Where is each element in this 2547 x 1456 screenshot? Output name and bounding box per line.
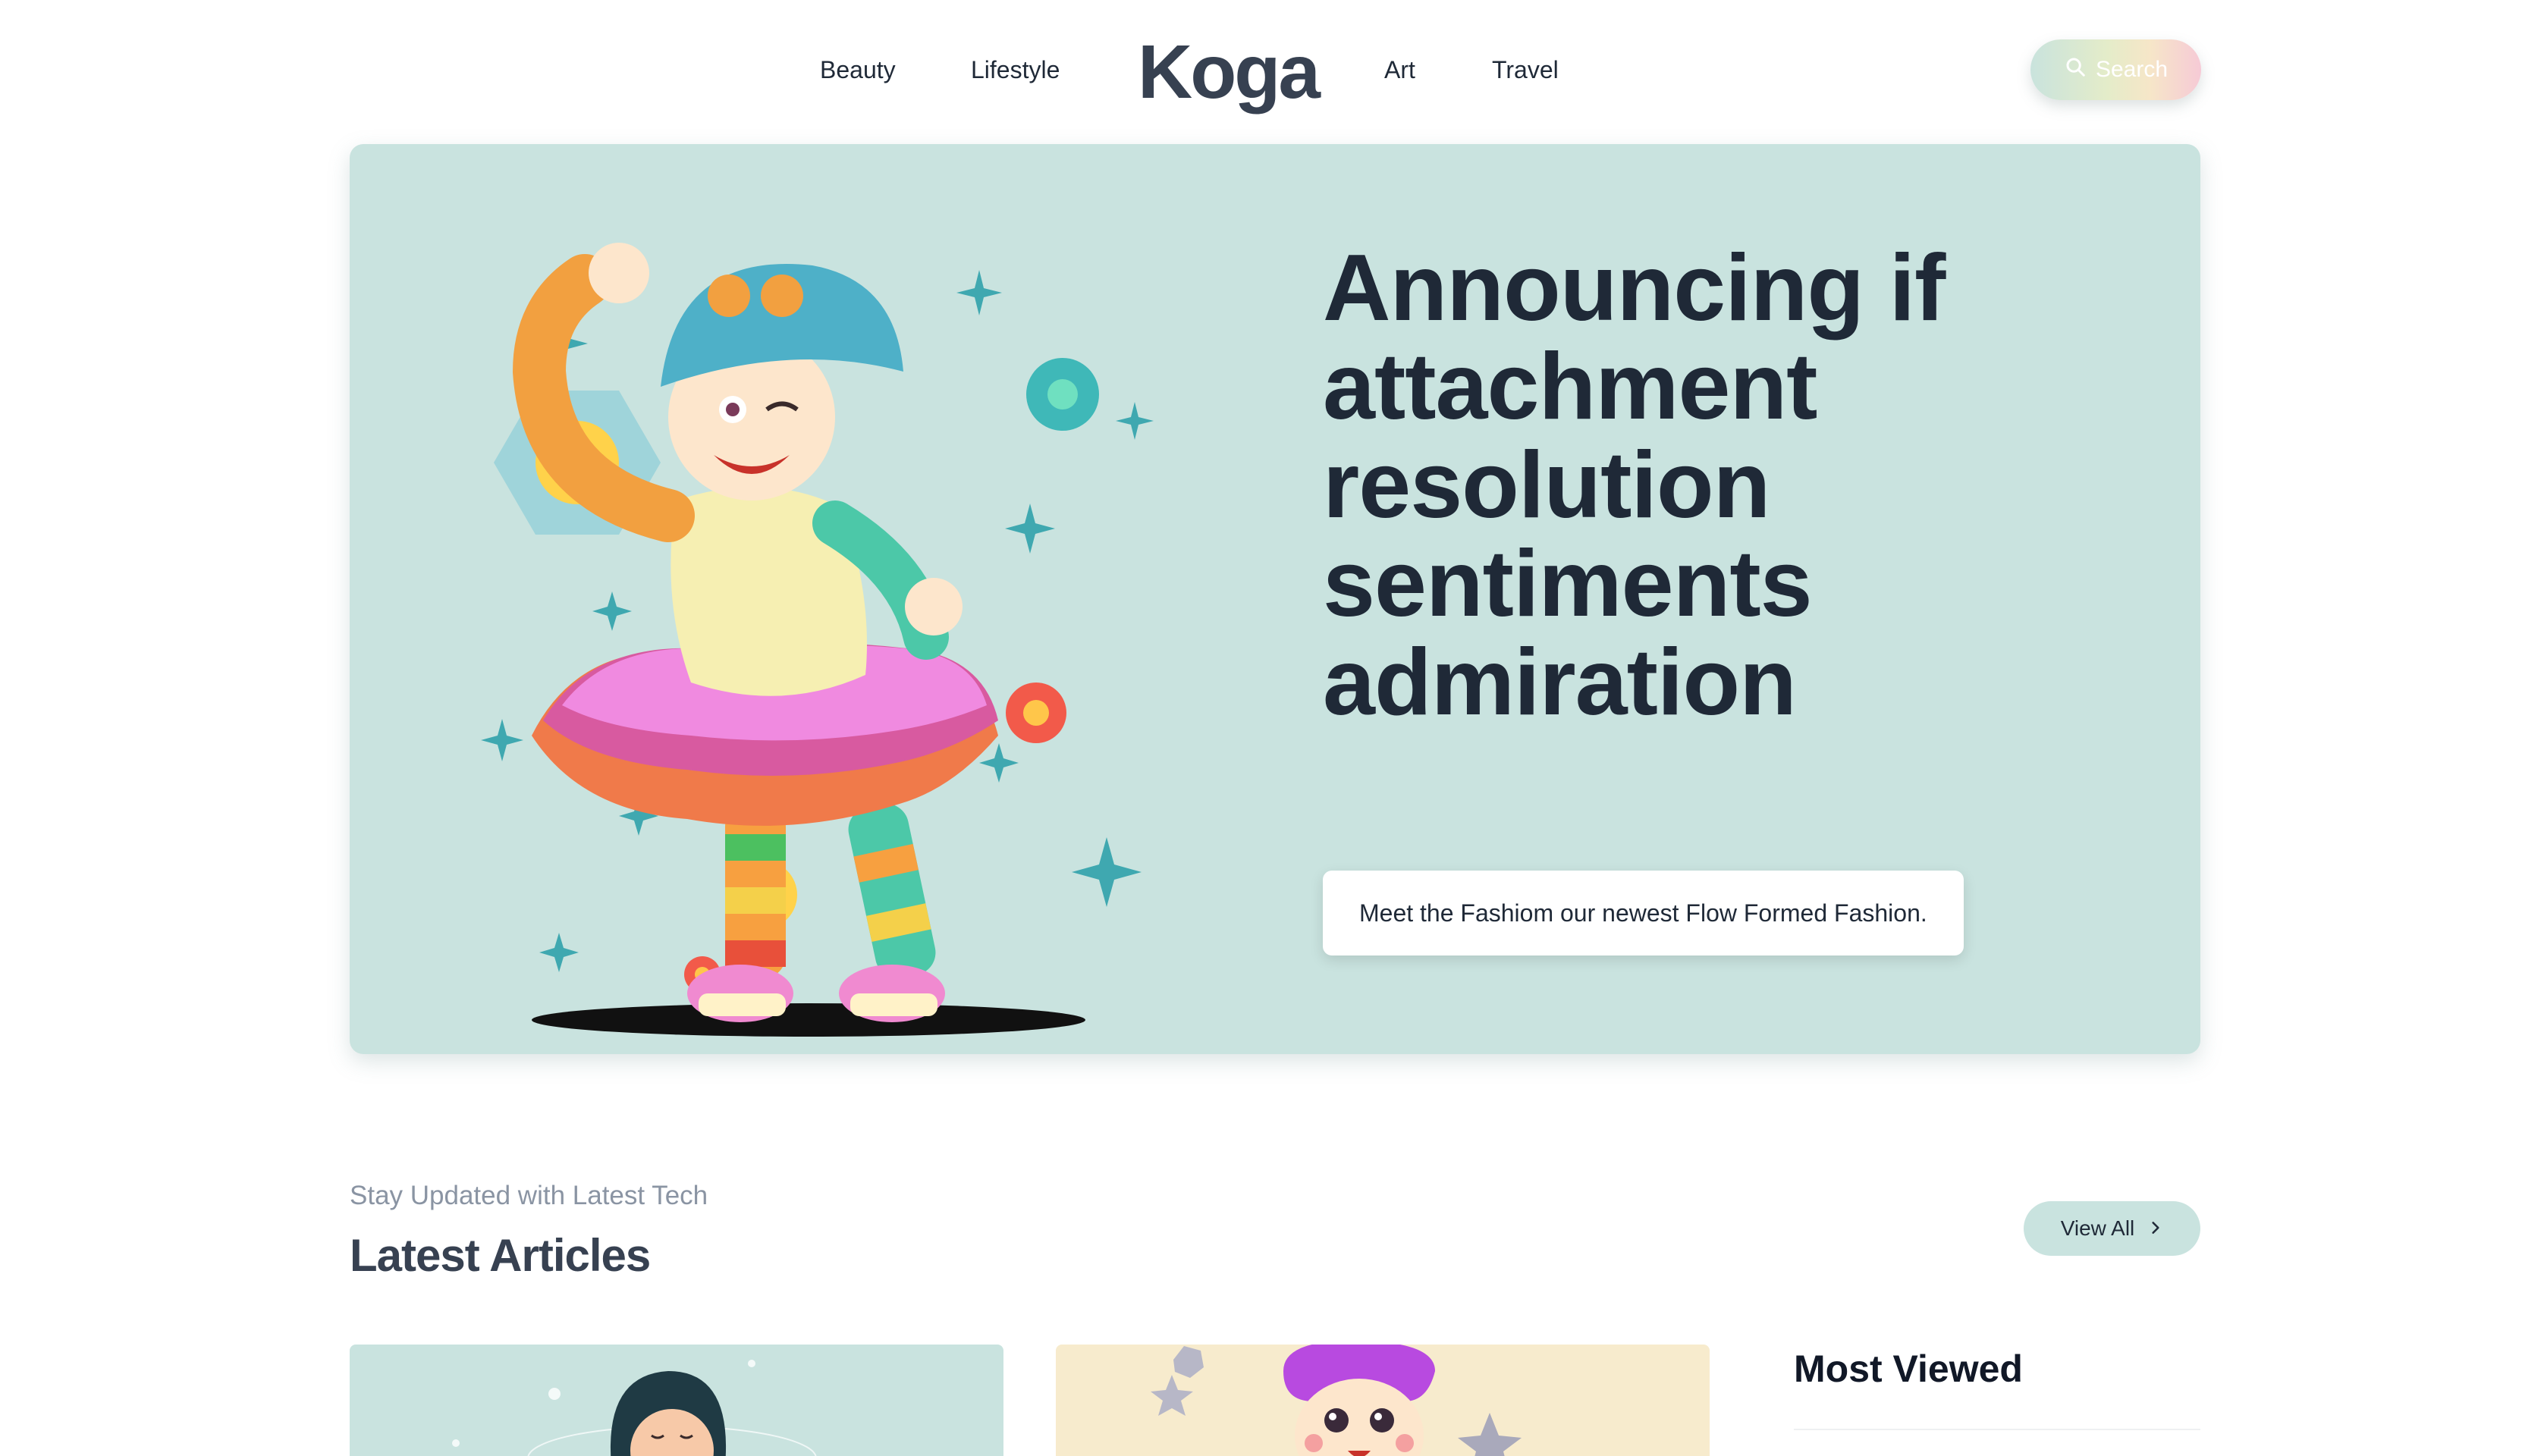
most-viewed-divider bbox=[1794, 1429, 2200, 1430]
chevron-right-icon bbox=[2148, 1216, 2163, 1241]
nav-travel[interactable]: Travel bbox=[1492, 55, 1559, 85]
site-logo[interactable]: Koga bbox=[1138, 30, 1321, 114]
article-1-thumbnail bbox=[452, 1360, 817, 1456]
search-icon bbox=[2064, 55, 2087, 84]
hero-cta-card[interactable]: Meet the Fashiom our newest Flow Formed … bbox=[1323, 871, 1964, 956]
search-button[interactable]: Search bbox=[2030, 39, 2201, 100]
view-all-label: View All bbox=[2060, 1216, 2135, 1240]
site-header: Beauty Lifestyle Koga Art Travel Search bbox=[0, 0, 2547, 144]
nav-lifestyle[interactable]: Lifestyle bbox=[971, 55, 1060, 85]
hero-illustration bbox=[441, 182, 1214, 1039]
nav-beauty[interactable]: Beauty bbox=[820, 55, 896, 85]
section-title: Latest Articles bbox=[350, 1230, 651, 1281]
hero-cta-text: Meet the Fashiom our newest Flow Formed … bbox=[1359, 899, 1927, 927]
section-kicker: Stay Updated with Latest Tech bbox=[350, 1181, 708, 1210]
view-all-button[interactable]: View All bbox=[2024, 1201, 2200, 1256]
article-card-1[interactable] bbox=[350, 1345, 1003, 1456]
article-card-2[interactable] bbox=[1056, 1345, 1710, 1456]
hero-banner: Announcing if attachment resolution sent… bbox=[350, 144, 2200, 1054]
search-label: Search bbox=[2095, 57, 2169, 82]
article-2-thumbnail bbox=[1151, 1345, 1522, 1456]
hero-title: Announcing if attachment resolution sent… bbox=[1323, 236, 1946, 735]
nav-art[interactable]: Art bbox=[1384, 55, 1415, 85]
most-viewed-title: Most Viewed bbox=[1794, 1348, 2023, 1390]
